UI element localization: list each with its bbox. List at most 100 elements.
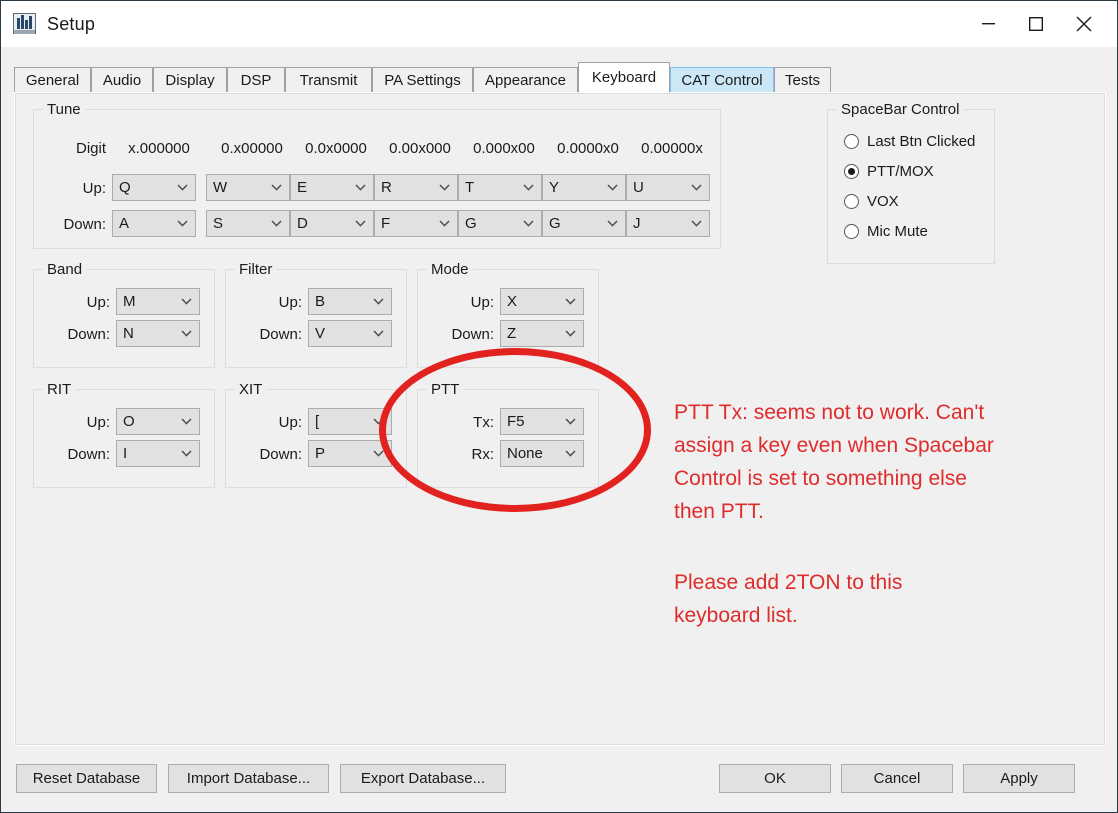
xit-down-label: Down: (259, 446, 302, 463)
tune-up-value-5: T (465, 179, 475, 196)
tune-down-combo-5[interactable]: G (458, 210, 542, 237)
ptt-rx-label: Rx: (471, 446, 495, 463)
chevron-down-icon (181, 418, 192, 425)
tab-general[interactable]: General (14, 67, 91, 93)
tune-up-combo-4[interactable]: R (374, 174, 458, 201)
tune-up-value-1: Q (119, 179, 131, 196)
chevron-down-icon (355, 184, 366, 191)
tune-down-label: Down: (63, 216, 106, 233)
filter-up-value: B (315, 293, 326, 310)
tab-transmit[interactable]: Transmit (285, 67, 372, 93)
chevron-down-icon (691, 184, 702, 191)
filter-down-label: Down: (259, 326, 302, 343)
filter-up-combo[interactable]: B (308, 288, 392, 315)
chevron-down-icon (565, 330, 576, 337)
tune-down-combo-4[interactable]: F (374, 210, 458, 237)
tune-up-combo-1[interactable]: Q (112, 174, 196, 201)
xit-up-label: Up: (278, 414, 302, 431)
tab-audio[interactable]: Audio (91, 67, 153, 93)
setup-dialog: Setup General Audio Display DSP Transmit… (0, 0, 1118, 813)
tab-display[interactable]: Display (153, 67, 227, 93)
filter-down-combo[interactable]: V (308, 320, 392, 347)
chevron-down-icon (181, 450, 192, 457)
tune-up-value-7: U (633, 179, 644, 196)
chevron-down-icon (355, 220, 366, 227)
apply-button[interactable]: Apply (963, 764, 1075, 793)
tab-strip: General Audio Display DSP Transmit PA Se… (14, 62, 1106, 93)
tab-appearance[interactable]: Appearance (473, 67, 578, 93)
tune-digit-header-3: 0.0x0000 (305, 140, 367, 157)
filter-group: Filter Up: B Down: V (225, 261, 407, 368)
chevron-down-icon (565, 418, 576, 425)
tune-down-combo-1[interactable]: A (112, 210, 196, 237)
band-down-combo[interactable]: N (116, 320, 200, 347)
band-group: Band Up: M Down: N (33, 261, 215, 368)
chevron-down-icon (565, 450, 576, 457)
tune-group: Tune Digit x.000000 0.x00000 0.0x0000 0.… (33, 101, 721, 249)
band-up-value: M (123, 293, 136, 310)
tune-down-combo-6[interactable]: G (542, 210, 626, 237)
chevron-down-icon (177, 220, 188, 227)
annotation-note-2: Please add 2TON to this keyboard list. (674, 571, 903, 627)
tune-up-value-3: E (297, 179, 308, 196)
close-button[interactable] (1060, 1, 1108, 47)
cancel-button[interactable]: Cancel (841, 764, 953, 793)
chevron-down-icon (607, 220, 618, 227)
chevron-down-icon (271, 184, 282, 191)
maximize-button[interactable] (1012, 1, 1060, 47)
reset-database-button[interactable]: Reset Database (16, 764, 157, 793)
spacebar-option-vox[interactable]: VOX (844, 193, 899, 210)
band-group-legend: Band (43, 261, 87, 278)
tune-up-combo-5[interactable]: T (458, 174, 542, 201)
spacebar-option-label: VOX (867, 193, 899, 210)
ptt-tx-combo[interactable]: F5 (500, 408, 584, 435)
filter-group-legend: Filter (235, 261, 277, 278)
rit-down-combo[interactable]: I (116, 440, 200, 467)
ptt-rx-combo[interactable]: None (500, 440, 584, 467)
tune-up-combo-2[interactable]: W (206, 174, 290, 201)
tune-down-combo-7[interactable]: J (626, 210, 710, 237)
ok-button[interactable]: OK (719, 764, 831, 793)
ptt-group-legend: PTT (427, 381, 464, 398)
mode-down-combo[interactable]: Z (500, 320, 584, 347)
mode-up-value: X (507, 293, 518, 310)
tune-digit-header-7: 0.00000x (641, 140, 703, 157)
tab-pa-settings[interactable]: PA Settings (372, 67, 473, 93)
tune-down-value-5: G (465, 215, 477, 232)
tab-dsp[interactable]: DSP (227, 67, 285, 93)
filter-up-label: Up: (278, 294, 302, 311)
rit-group: RIT Up: O Down: I (33, 381, 215, 488)
spacebar-control-group: SpaceBar Control Last Btn Clicked PTT/MO… (827, 101, 995, 264)
spacebar-option-last-btn-clicked[interactable]: Last Btn Clicked (844, 133, 975, 150)
import-database-button[interactable]: Import Database... (168, 764, 329, 793)
tab-tests[interactable]: Tests (774, 67, 831, 93)
tune-down-combo-3[interactable]: D (290, 210, 374, 237)
keyboard-tab-panel: Tune Digit x.000000 0.x00000 0.0x0000 0.… (14, 92, 1106, 746)
title-bar: Setup (1, 1, 1117, 47)
window-title: Setup (47, 13, 96, 34)
tab-keyboard[interactable]: Keyboard (578, 62, 670, 93)
band-up-label: Up: (86, 294, 110, 311)
xit-up-combo[interactable]: [ (308, 408, 392, 435)
tune-up-combo-6[interactable]: Y (542, 174, 626, 201)
band-up-combo[interactable]: M (116, 288, 200, 315)
minimize-button[interactable] (964, 1, 1012, 47)
tune-digit-label: Digit (75, 140, 106, 157)
close-icon (1076, 16, 1092, 32)
mode-group-legend: Mode (427, 261, 473, 278)
tune-up-combo-7[interactable]: U (626, 174, 710, 201)
xit-down-combo[interactable]: P (308, 440, 392, 467)
radio-selected-icon (844, 164, 859, 179)
export-database-button[interactable]: Export Database... (340, 764, 506, 793)
annotation-note-1: PTT Tx: seems not to work. Can't assign … (674, 401, 994, 523)
rit-up-combo[interactable]: O (116, 408, 200, 435)
mode-up-combo[interactable]: X (500, 288, 584, 315)
tune-up-combo-3[interactable]: E (290, 174, 374, 201)
tune-down-combo-2[interactable]: S (206, 210, 290, 237)
chevron-down-icon (565, 298, 576, 305)
tab-cat-control[interactable]: CAT Control (670, 67, 774, 93)
spacebar-option-mic-mute[interactable]: Mic Mute (844, 223, 928, 240)
chevron-down-icon (691, 220, 702, 227)
rit-group-legend: RIT (43, 381, 76, 398)
spacebar-option-ptt-mox[interactable]: PTT/MOX (844, 163, 934, 180)
